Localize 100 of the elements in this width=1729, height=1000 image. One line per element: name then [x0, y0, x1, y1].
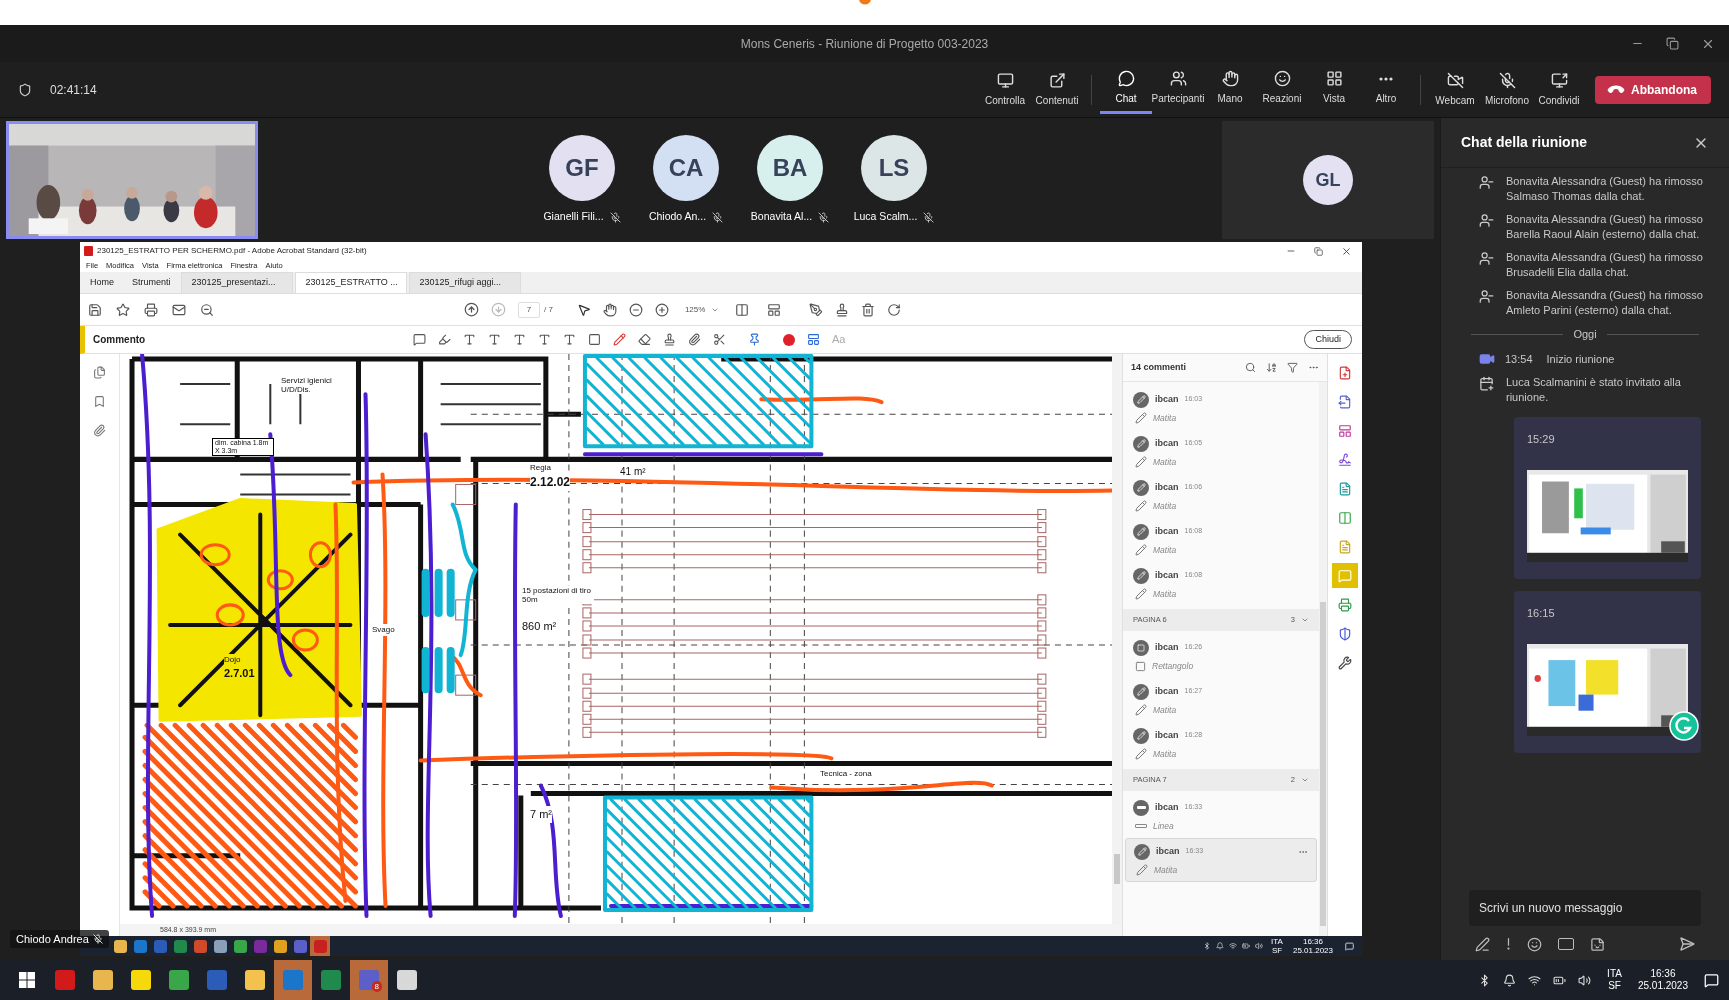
save-icon[interactable]: [88, 302, 102, 317]
notifications-icon[interactable]: [1704, 972, 1719, 988]
toolbar-button[interactable]: Vista: [1308, 65, 1360, 114]
language-indicator[interactable]: ITA SF: [1607, 967, 1622, 993]
toolbar-button[interactable]: Partecipanti: [1152, 65, 1204, 114]
leave-button[interactable]: Abbandona: [1595, 75, 1711, 104]
toolbar-button[interactable]: Contenuti: [1031, 65, 1083, 114]
strikethrough-icon[interactable]: [488, 333, 501, 346]
notification-badge: 8: [371, 981, 382, 992]
assistant-icon[interactable]: [1669, 711, 1699, 741]
toolbar-button[interactable]: Microfono: [1481, 65, 1533, 114]
hand-icon[interactable]: [602, 302, 617, 317]
start-icon[interactable]: [19, 972, 35, 988]
scrollbar[interactable]: [1112, 354, 1122, 924]
message-field[interactable]: Scrivi un nuovo messaggio: [1469, 890, 1701, 926]
highlight-icon[interactable]: [438, 333, 451, 346]
share-screen-icon: [1550, 71, 1568, 89]
pencil-icon: [1136, 864, 1148, 876]
insert-text-icon[interactable]: [538, 333, 551, 346]
page-layout-icon[interactable]: [735, 302, 750, 317]
add-text-icon[interactable]: [563, 333, 576, 346]
image-message[interactable]: 16:15: [1514, 591, 1701, 753]
toolbar-button[interactable]: Chat: [1100, 65, 1152, 114]
nav-tab[interactable]: Home: [82, 272, 122, 293]
mail-icon[interactable]: [172, 302, 186, 317]
bookmark-icon[interactable]: [93, 395, 106, 408]
format-icon[interactable]: [1475, 936, 1490, 952]
pencil-icon[interactable]: [613, 333, 626, 346]
zoom-out-icon[interactable]: [628, 302, 643, 317]
stamp-icon[interactable]: [835, 302, 850, 317]
participant-avatar[interactable]: LS: [861, 135, 927, 202]
participant-avatar[interactable]: GF: [549, 135, 615, 202]
toolbar-button[interactable]: Mano: [1204, 65, 1256, 114]
rotate-icon[interactable]: [887, 302, 902, 317]
clock[interactable]: 16:36 25.01.2023: [1292, 937, 1333, 955]
chevron-down-icon: [1301, 776, 1309, 784]
attach-icon[interactable]: [688, 333, 701, 346]
text-icon[interactable]: [463, 333, 476, 346]
notification-icon: [1216, 942, 1225, 950]
tool-icon: [1338, 626, 1352, 641]
nav-tab[interactable]: Strumenti: [124, 272, 179, 293]
tool-icon: [1338, 655, 1352, 670]
room-label: Regia: [530, 462, 551, 474]
eraser-icon[interactable]: [638, 333, 651, 346]
toolbar-button[interactable]: Condividi: [1533, 65, 1585, 114]
toolbar-button[interactable]: Altro: [1360, 65, 1412, 114]
room-label: 41 m²: [620, 464, 646, 479]
window-title: 230125_ESTRATTO PER SCHERMO.pdf - Adobe Acrobat Standard (32-bit): [97, 245, 368, 257]
comment-author: ibcan: [1155, 524, 1179, 538]
document-tab[interactable]: 230125_rifugi aggi...: [408, 272, 521, 293]
network-icon: [1229, 942, 1238, 950]
taskbar-app[interactable]: 8: [350, 960, 388, 1000]
tool-icon: [1338, 481, 1352, 496]
sign-icon[interactable]: [809, 302, 824, 317]
scroll-mode-icon[interactable]: [767, 302, 782, 317]
notifications-icon[interactable]: [1345, 941, 1354, 951]
clock[interactable]: 16:36 25.01.2023: [1637, 967, 1688, 993]
star-icon[interactable]: [116, 302, 130, 317]
pointer-icon[interactable]: [576, 302, 591, 317]
pencil-avatar-icon: [1133, 435, 1149, 452]
color-swatch[interactable]: [783, 333, 795, 346]
print-icon[interactable]: [144, 302, 158, 317]
replace-text-icon[interactable]: [513, 333, 526, 346]
chat-title: Chat della riunione: [1461, 133, 1588, 152]
attachment-icon[interactable]: [93, 424, 106, 437]
delete-icon[interactable]: [861, 302, 876, 317]
document-tab[interactable]: 230125_presentazi...: [180, 272, 293, 293]
pages-icon[interactable]: [93, 366, 106, 379]
participant-name: Gianelli Fili...: [543, 209, 604, 225]
restore-icon[interactable]: [1666, 36, 1679, 50]
search-icon[interactable]: [1245, 362, 1256, 373]
document-tab[interactable]: 230125_ESTRATTO ...: [294, 272, 407, 293]
image-message[interactable]: 15:29: [1514, 417, 1701, 579]
text-box-icon[interactable]: [588, 333, 601, 346]
sticker-icon[interactable]: [1590, 936, 1605, 952]
user-removed-icon: [1479, 175, 1494, 190]
toolbar-button[interactable]: Reazioni: [1256, 65, 1308, 114]
close-icon[interactable]: [1341, 245, 1352, 257]
priority-icon[interactable]: [1506, 937, 1511, 951]
zoom-in-icon[interactable]: [654, 302, 669, 317]
send-icon[interactable]: [1679, 936, 1695, 952]
meeting-timer: 02:41:14: [50, 81, 97, 99]
toolbar-button[interactable]: Controlla: [979, 65, 1031, 114]
toolbar-button[interactable]: Webcam: [1429, 65, 1481, 114]
sort-icon[interactable]: [1266, 362, 1277, 373]
previous-page-icon[interactable]: [464, 302, 479, 317]
zoom-out-icon[interactable]: [200, 302, 214, 317]
sticky-note-icon[interactable]: [413, 333, 426, 346]
scrollbar[interactable]: [1319, 382, 1327, 936]
pin-icon[interactable]: [748, 333, 761, 346]
participant-avatar[interactable]: BA: [757, 135, 823, 202]
participant-avatar[interactable]: CA: [653, 135, 719, 202]
filter-icon[interactable]: [1287, 362, 1298, 373]
stamp-icon[interactable]: [663, 333, 676, 346]
participant-tile[interactable]: GL: [1222, 121, 1434, 239]
zoom-dropdown[interactable]: 125%: [680, 303, 724, 316]
language-indicator[interactable]: ITA SF: [1271, 937, 1283, 955]
emoji-icon[interactable]: [1527, 936, 1542, 952]
restore-icon[interactable]: [1314, 246, 1323, 256]
page-field[interactable]: 7: [518, 301, 540, 318]
